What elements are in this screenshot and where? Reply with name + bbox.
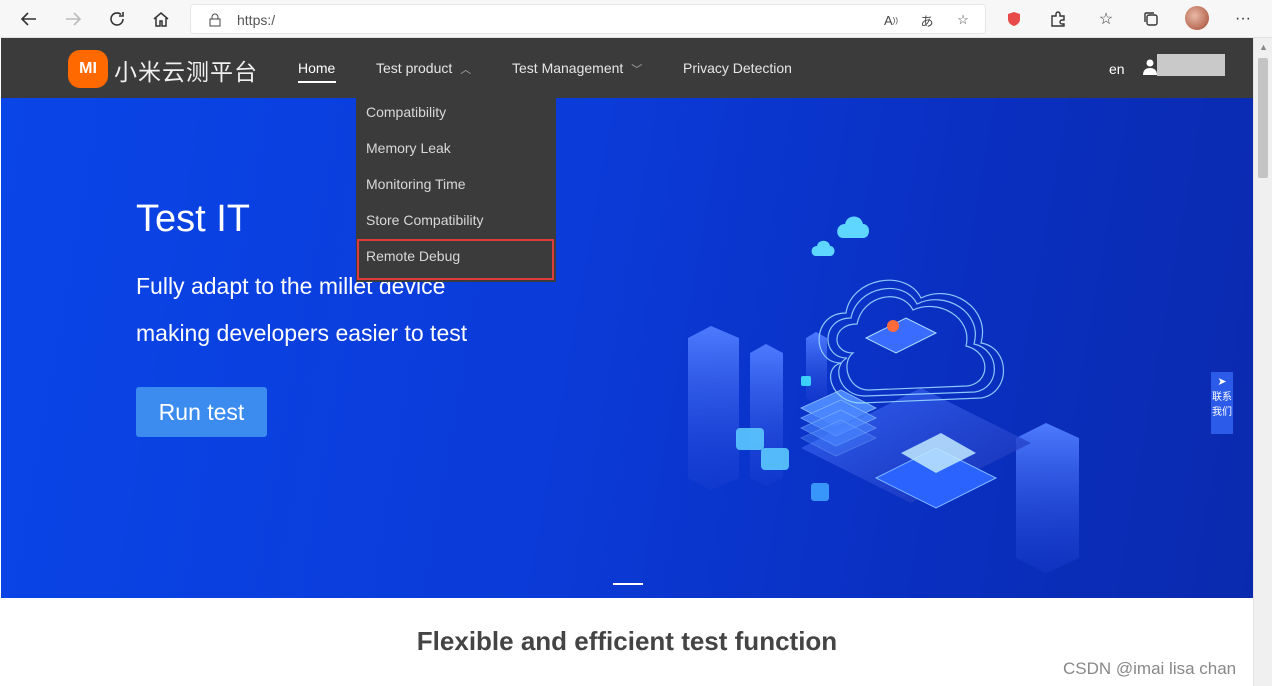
logo-text[interactable]: 小米云测平台 <box>114 53 258 87</box>
chevron-up-icon: ︿ <box>460 64 472 76</box>
lock-icon[interactable] <box>205 10 225 30</box>
nav-home[interactable]: Home <box>298 60 335 76</box>
scroll-up-icon[interactable]: ▲ <box>1259 42 1268 52</box>
carousel-indicator[interactable] <box>613 583 643 585</box>
contact-label-line2: 我们 <box>1212 407 1232 418</box>
nav-privacy-detection[interactable]: Privacy Detection <box>683 60 792 76</box>
watermark: CSDN @imai lisa chan <box>1063 659 1237 678</box>
contact-us-tab[interactable]: ➤ 联系 我们 <box>1211 372 1233 434</box>
collections-icon[interactable] <box>1136 4 1166 34</box>
chevron-down-icon: ﹀ <box>631 64 643 76</box>
address-bar[interactable]: https:/ A)) あ ☆ <box>190 4 986 34</box>
dropdown-item-memory-leak[interactable]: Memory Leak <box>366 140 451 156</box>
section-title: Flexible and efficient test function <box>416 626 838 656</box>
language-switch[interactable]: en <box>1109 61 1125 77</box>
nav-test-management[interactable]: Test Management ﹀ <box>512 60 642 77</box>
read-aloud-icon[interactable]: A)) <box>881 10 901 30</box>
add-favorite-icon[interactable]: ☆ <box>953 10 973 30</box>
browser-toolbar: https:/ A)) あ ☆ ☆ ··· <box>0 0 1272 38</box>
dropdown-item-monitoring-time[interactable]: Monitoring Time <box>366 176 466 192</box>
username-redacted[interactable] <box>1157 54 1225 76</box>
home-icon[interactable] <box>146 4 176 34</box>
dropdown-item-store-compatibility[interactable]: Store Compatibility <box>366 212 484 228</box>
nav-test-management-label: Test Management <box>512 60 624 76</box>
nav-test-product[interactable]: Test product ︿ <box>376 60 471 77</box>
favorites-icon[interactable]: ☆ <box>1091 4 1121 34</box>
cloud-server-illustration <box>688 216 1079 573</box>
nav-active-underline <box>298 81 336 83</box>
refresh-icon[interactable] <box>102 4 132 34</box>
hero-title: Test IT <box>136 198 251 240</box>
page-viewport: MI 小米云测平台 Home Test product ︿ Test Manage… <box>1 38 1253 686</box>
scroll-thumb[interactable] <box>1258 58 1268 178</box>
contact-label-line1: 联系 <box>1212 392 1232 403</box>
shield-extension-icon[interactable] <box>999 4 1029 34</box>
run-test-button[interactable]: Run test <box>136 387 267 437</box>
profile-avatar[interactable] <box>1185 6 1209 30</box>
site-header: MI 小米云测平台 Home Test product ︿ Test Manage… <box>1 38 1253 98</box>
page-scrollbar[interactable]: ▲ <box>1253 38 1272 686</box>
mi-logo[interactable]: MI <box>68 50 108 88</box>
send-icon: ➤ <box>1217 376 1227 388</box>
remote-debug-highlight-box <box>357 239 554 280</box>
logo-mark: MI <box>79 60 97 77</box>
user-icon[interactable] <box>1143 59 1157 75</box>
more-icon[interactable]: ··· <box>1228 4 1258 34</box>
hero-banner: Test IT Fully adapt to the millet device… <box>1 98 1253 598</box>
nav-test-product-label: Test product <box>376 60 453 76</box>
back-icon[interactable] <box>14 4 44 34</box>
forward-icon[interactable] <box>58 4 88 34</box>
address-url[interactable]: https:/ <box>237 12 275 28</box>
hero-subtitle-line2: making developers easier to test <box>136 320 468 346</box>
translate-icon[interactable]: あ <box>917 10 937 30</box>
extensions-icon[interactable] <box>1043 4 1073 34</box>
dropdown-item-compatibility[interactable]: Compatibility <box>366 104 446 120</box>
